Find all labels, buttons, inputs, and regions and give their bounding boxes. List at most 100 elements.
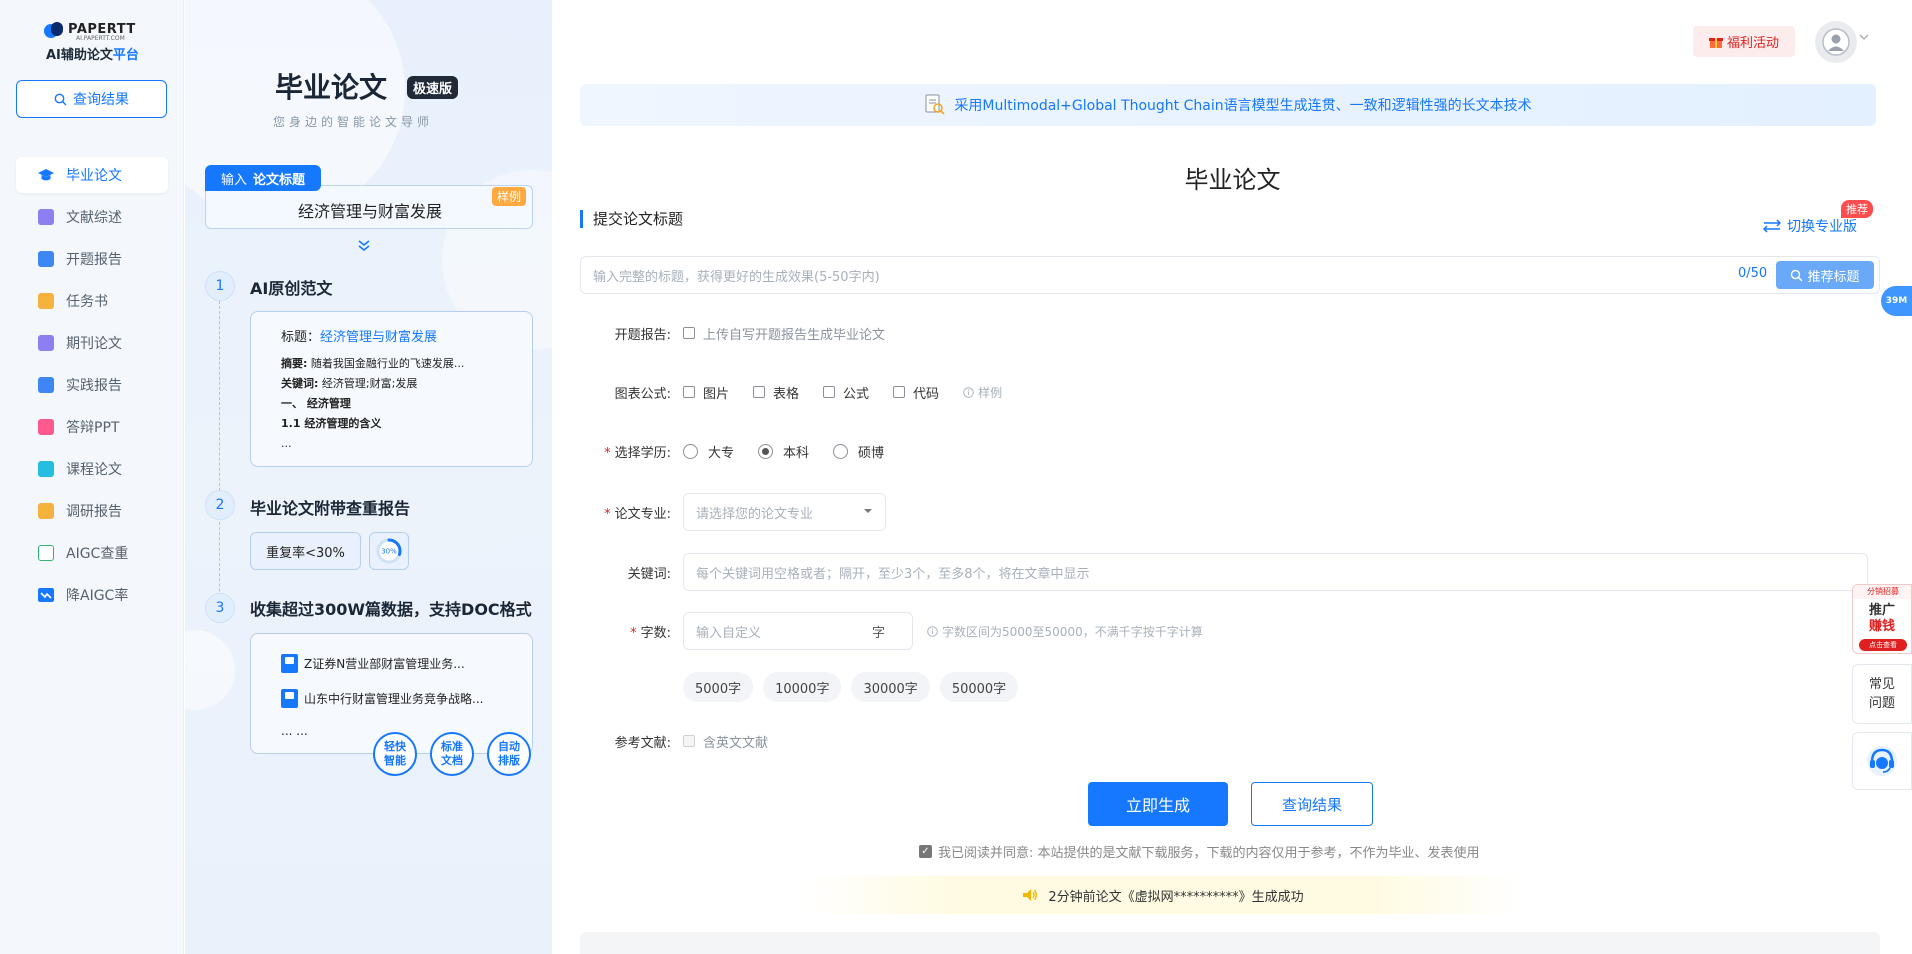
radio[interactable] (833, 443, 849, 459)
sidebar-item-practice-report[interactable]: 实践报告 (16, 367, 168, 403)
sidebar-item-research-report[interactable]: 调研报告 (16, 493, 168, 529)
task-icon (38, 293, 54, 309)
recommend-title-button[interactable]: 推荐标题 (1776, 261, 1874, 289)
logo-tagline: AI辅助论文平台 (46, 44, 139, 63)
chart-option-table[interactable]: 表格 (753, 383, 799, 402)
radio-selected[interactable] (758, 443, 774, 459)
proposal-upload-text: 上传自写开题报告生成毕业论文 (703, 327, 886, 343)
wordcount-chip-5000[interactable]: 5000字 (683, 672, 754, 702)
radio[interactable] (683, 443, 698, 459)
step-title: 毕业论文附带查重报告 (250, 499, 411, 518)
clipboard-icon (38, 503, 54, 519)
wordcount-input[interactable]: 输入自定义 字 (683, 612, 913, 650)
keywords-input[interactable]: 每个关键词用空格或者；隔开，至少3个，至多8个，将在文章中显示 (683, 553, 1868, 591)
sample-hint-link[interactable]: 样例 (963, 384, 1002, 401)
step-number: 2 (205, 490, 235, 520)
logo[interactable]: PAPERTT AI.PAPERTT.COM AI辅助论文平台 (44, 22, 154, 63)
faq-line: 问题 (1868, 696, 1895, 711)
generate-now-button[interactable]: 立即生成 (1088, 782, 1228, 826)
sample-abstract: 摘要: 随着我国金融行业的飞速发展... (281, 354, 502, 374)
query-results-button[interactable]: 查询结果 (16, 80, 167, 118)
wordcount-chips-row: 5000字 10000字 30000字 50000字 (580, 670, 1880, 704)
chart-option-formula[interactable]: 公式 (823, 383, 869, 402)
info-icon (927, 625, 938, 637)
major-select[interactable]: 请选择您的论文专业 (683, 493, 886, 531)
chevron-down-icon[interactable] (1859, 33, 1869, 41)
english-references-option[interactable]: 含英文文献 (683, 732, 768, 751)
logo-tagline-main: AI辅助论文 (46, 48, 113, 63)
sample-more: ... (281, 437, 292, 450)
user-avatar[interactable] (1815, 21, 1857, 63)
checkbox[interactable] (683, 386, 695, 398)
sidebar-item-defense-ppt[interactable]: 答辩PPT (16, 409, 168, 445)
major-row: * 论文专业: 请选择您的论文专业 (580, 492, 1880, 532)
faq-button[interactable]: 常见 问题 (1852, 664, 1912, 724)
sidebar-item-literature-review[interactable]: 文献综述 (16, 199, 168, 235)
sidebar-item-proposal-report[interactable]: 开题报告 (16, 241, 168, 277)
feature-line: 轻快 (384, 740, 406, 753)
wordcount-hint: 字数区间为5000至50000，不满千字按千字计算 (927, 623, 1203, 640)
document-search-icon (925, 94, 946, 115)
wordcount-chip-50000[interactable]: 50000字 (939, 672, 1019, 702)
search-icon (54, 93, 67, 105)
chart-option-code[interactable]: 代码 (893, 383, 939, 402)
graduation-cap-icon (38, 169, 54, 181)
chart-option-image[interactable]: 图片 (683, 383, 729, 402)
degree-option-college[interactable]: 大专 (683, 442, 734, 461)
intro-subtitle: 您身边的智能论文导师 (273, 115, 434, 129)
reference-title: Z证券N营业部财富管理业务... (304, 657, 465, 671)
checkbox[interactable] (683, 327, 695, 339)
customer-service-button[interactable] (1852, 732, 1912, 790)
sidebar-nav: 毕业论文 文献综述 开题报告 任务书 期刊论文 实践报告 答辩PPT 课程论文 (16, 157, 168, 619)
wordcount-chip-10000[interactable]: 10000字 (763, 672, 842, 702)
progress-ring-icon: 30% (376, 538, 402, 564)
sidebar-item-journal-paper[interactable]: 期刊论文 (16, 325, 168, 361)
agreement-checkbox[interactable]: ✓ (919, 845, 932, 858)
sidebar-item-reduce-aigc[interactable]: 降AIGC率 (16, 577, 168, 613)
checkbox[interactable] (893, 386, 906, 398)
reference-title: 山东中行财富管理业务竞争战略... (304, 692, 484, 706)
sidebar-item-graduation-thesis[interactable]: 毕业论文 (16, 157, 168, 193)
query-results-button[interactable]: 查询结果 (1251, 782, 1373, 826)
document-list-icon (38, 209, 54, 225)
sample-hint-text: 样例 (978, 385, 1003, 400)
thesis-title-input[interactable]: 输入完整的标题，获得更好的生成效果(5-50字内) (580, 256, 1880, 294)
example-title: 经济管理与财富发展 (297, 202, 442, 221)
degree-option-master[interactable]: 硕博 (833, 442, 884, 461)
sidebar-item-task-book[interactable]: 任务书 (16, 283, 168, 319)
degree-row: * 选择学历: 大专 本科 硕博 (580, 433, 1880, 469)
keywords-label: 关键词: (627, 566, 671, 582)
trend-down-icon (38, 588, 54, 602)
course-paper-icon (38, 461, 54, 477)
affiliate-promo-button[interactable]: 分销招募 推广 赚钱 点击查看 (1852, 584, 1912, 654)
checkbox-disabled[interactable] (683, 735, 695, 747)
floating-counter-badge[interactable]: 39M (1881, 286, 1912, 316)
feature-line: 文档 (441, 754, 463, 767)
proposal-label: 开题报告: (614, 327, 671, 343)
sample-keywords-value: 经济管理;财富;发展 (321, 377, 418, 390)
bottom-panel (580, 932, 1880, 954)
wordcount-chip-30000[interactable]: 30000字 (851, 672, 930, 702)
switch-pro-version-button[interactable]: 切换专业版 (1763, 216, 1857, 236)
checkbox[interactable] (823, 386, 836, 398)
sidebar-item-aigc-check[interactable]: AIGC查重 (16, 535, 168, 571)
faq-line: 常见 (1868, 677, 1895, 692)
checkbox[interactable] (753, 386, 766, 398)
tech-banner: 采用Multimodal+Global Thought Chain语言模型生成连… (580, 84, 1876, 126)
degree-option-bachelor[interactable]: 本科 (758, 442, 809, 461)
query-results-label: 查询结果 (73, 92, 129, 108)
sample-paper-card: 标题：经济管理与财富发展 摘要: 随着我国金融行业的飞速发展... 关键词: 经… (250, 311, 533, 467)
affiliate-promo-top: 分销招募 (1853, 585, 1911, 599)
promo-activity-button[interactable]: 福利活动 (1693, 26, 1795, 57)
recommend-tag: 推荐 (1841, 200, 1873, 218)
degree-option-label: 硕博 (858, 445, 885, 461)
journal-icon (38, 335, 54, 351)
reference-item: Z证券N营业部财富管理业务... (281, 654, 502, 673)
proposal-upload-option[interactable]: 上传自写开题报告生成毕业论文 (683, 324, 885, 343)
step-number: 3 (205, 593, 235, 623)
english-references-text: 含英文文献 (703, 735, 769, 751)
keywords-row: 关键词: 每个关键词用空格或者；隔开，至少3个，至多8个，将在文章中显示 (580, 552, 1880, 592)
sidebar-item-course-paper[interactable]: 课程论文 (16, 451, 168, 487)
degree-option-label: 本科 (783, 445, 810, 461)
proposal-row: 开题报告: 上传自写开题报告生成毕业论文 (580, 315, 1880, 351)
